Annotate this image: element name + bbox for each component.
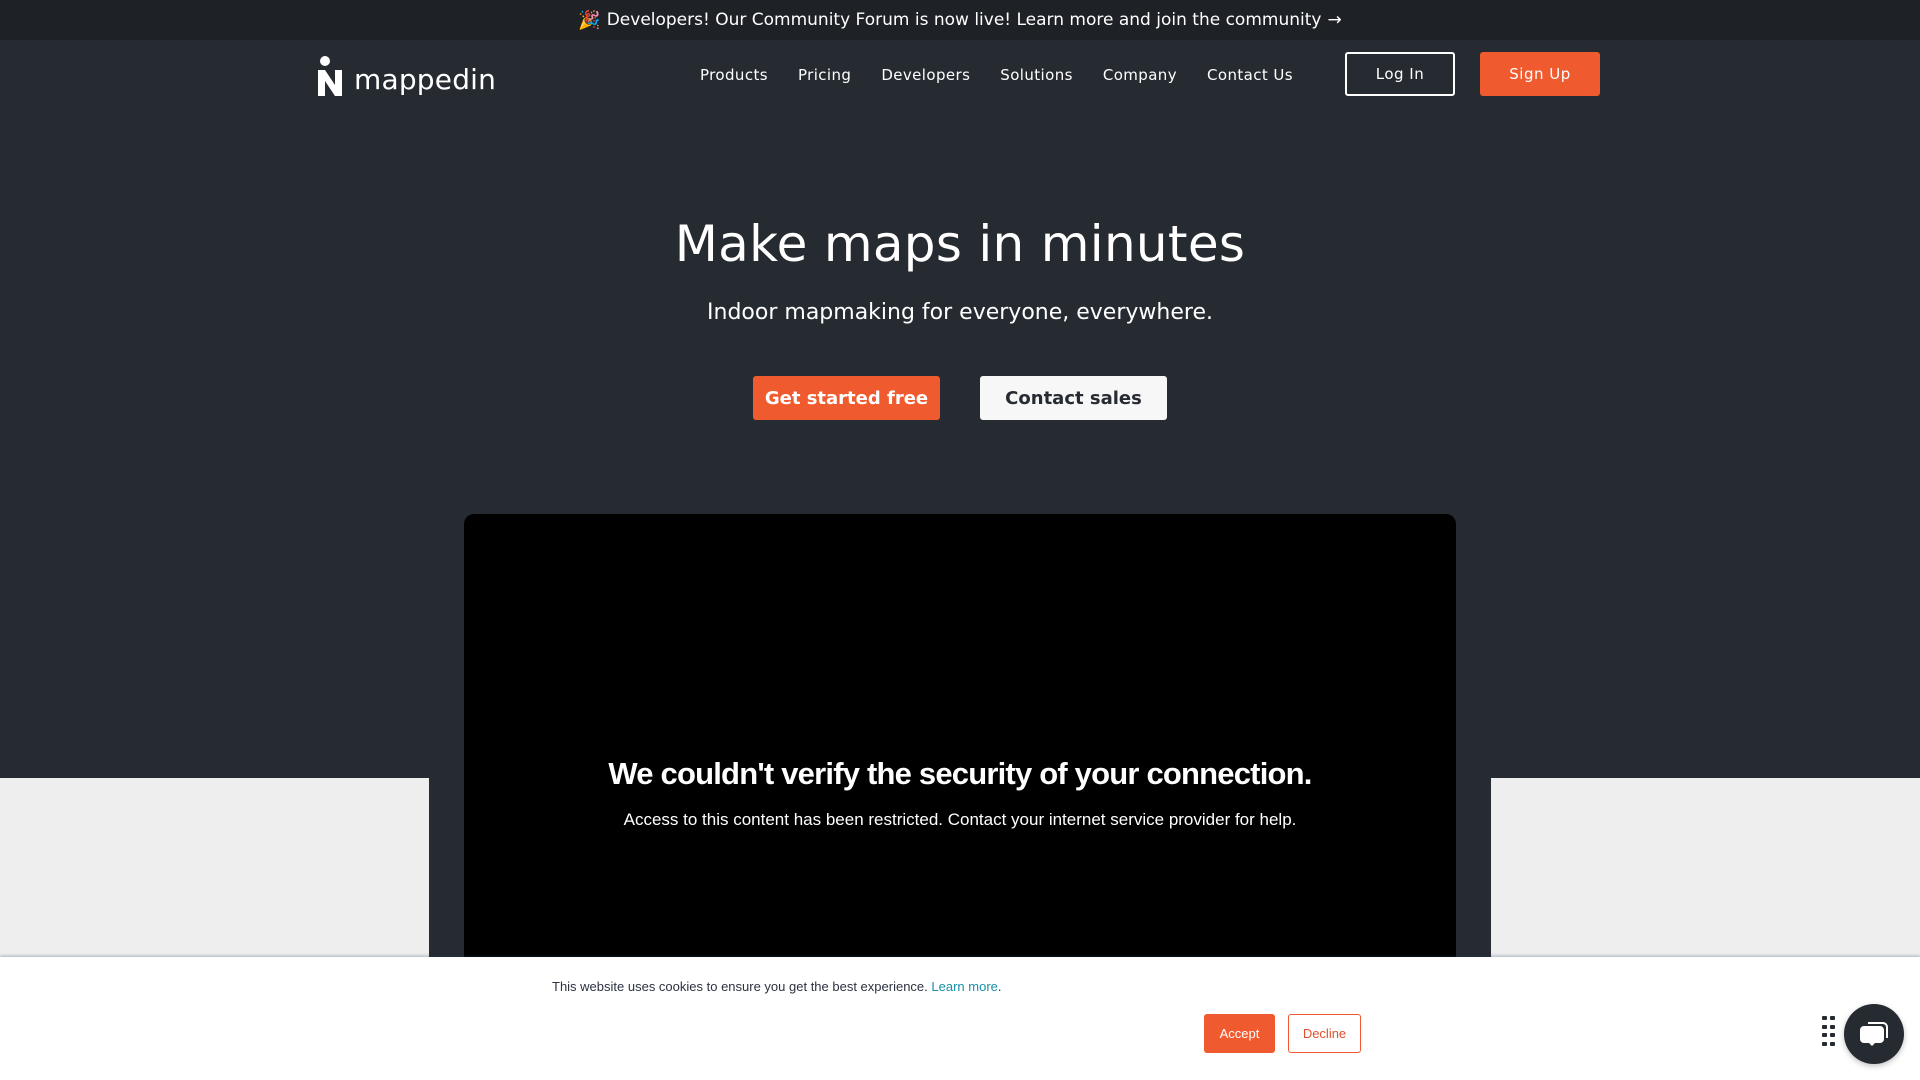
contact-sales-button[interactable]: Contact sales bbox=[980, 376, 1167, 420]
light-section-left bbox=[0, 778, 429, 958]
nav-link-contact-us[interactable]: Contact Us bbox=[1207, 66, 1293, 84]
logo-mark-icon bbox=[318, 56, 344, 96]
video-embed[interactable]: We couldn't verify the security of your … bbox=[464, 514, 1456, 958]
cookie-text: This website uses cookies to ensure you … bbox=[552, 979, 928, 994]
hero-subtitle: Indoor mapmaking for everyone, everywher… bbox=[707, 300, 1213, 325]
signup-button[interactable]: Sign Up bbox=[1480, 52, 1600, 96]
cookie-learn-more-link[interactable]: Learn more bbox=[931, 979, 997, 994]
arrow-right-icon: → bbox=[1327, 10, 1342, 30]
cookie-accept-button[interactable]: Accept bbox=[1204, 1014, 1275, 1053]
video-error-title: We couldn't verify the security of your … bbox=[608, 756, 1312, 791]
video-error-message: Access to this content has been restrict… bbox=[623, 810, 1297, 829]
nav-link-products[interactable]: Products bbox=[700, 66, 768, 84]
hero-title: Make maps in minutes bbox=[674, 215, 1246, 273]
nav-link-solutions[interactable]: Solutions bbox=[1000, 66, 1073, 84]
nav-links: Products Pricing Developers Solutions Co… bbox=[700, 60, 1323, 90]
logo-text: mappedin bbox=[354, 63, 497, 96]
login-button[interactable]: Log In bbox=[1345, 52, 1455, 96]
announcement-text[interactable]: Developers! Our Community Forum is now l… bbox=[607, 10, 1322, 30]
party-popper-icon: 🎉 bbox=[578, 9, 601, 31]
get-started-button[interactable]: Get started free bbox=[753, 376, 940, 420]
light-section-right bbox=[1491, 778, 1920, 958]
chat-bubbles-icon bbox=[1860, 1022, 1888, 1046]
drag-handle-icon[interactable] bbox=[1822, 1016, 1836, 1048]
nav-link-company[interactable]: Company bbox=[1103, 66, 1177, 84]
nav-link-developers[interactable]: Developers bbox=[881, 66, 970, 84]
chat-widget-button[interactable] bbox=[1844, 1004, 1904, 1064]
top-navigation: mappedin Products Pricing Developers Sol… bbox=[0, 40, 1920, 110]
cookie-message: This website uses cookies to ensure you … bbox=[552, 979, 1002, 994]
cookie-link-suffix: . bbox=[997, 979, 1002, 994]
nav-link-pricing[interactable]: Pricing bbox=[798, 66, 851, 84]
mappedin-logo[interactable]: mappedin bbox=[318, 54, 496, 96]
cookie-banner: This website uses cookies to ensure you … bbox=[0, 957, 1920, 1080]
announcement-bar[interactable]: 🎉 Developers! Our Community Forum is now… bbox=[0, 0, 1920, 40]
cookie-decline-button[interactable]: Decline bbox=[1288, 1014, 1361, 1053]
